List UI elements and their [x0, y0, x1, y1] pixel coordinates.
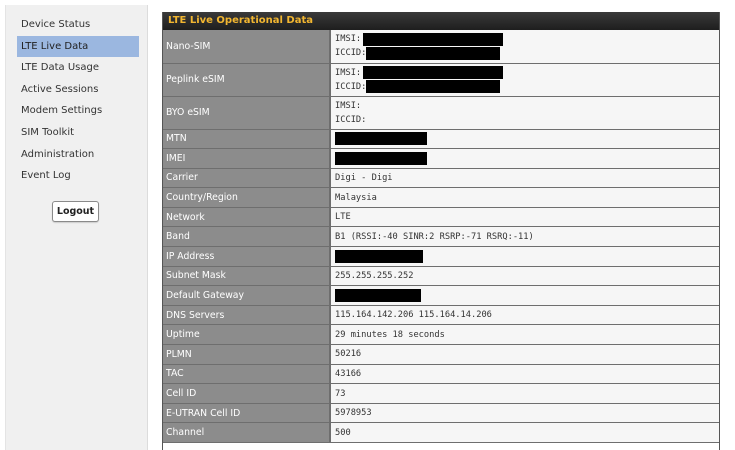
row-value: [330, 148, 719, 169]
table-row: TAC 43166: [163, 364, 719, 385]
lte-data-table: Nano-SIM IMSI: ICCID: Peplink eSIM IMSI:…: [163, 30, 719, 443]
row-value: 73: [330, 383, 719, 404]
tac-value: 43166: [335, 368, 362, 379]
row-value: IMSI: ICCID:: [330, 96, 719, 130]
sidebar-item-device-status[interactable]: Device Status: [17, 14, 139, 36]
table-row: PLMN 50216: [163, 344, 719, 365]
row-label: Country/Region: [163, 187, 331, 208]
table-row: Nano-SIM IMSI: ICCID:: [163, 30, 719, 64]
imsi-label: IMSI:: [335, 67, 362, 78]
table-row: Cell ID 73: [163, 383, 719, 404]
redacted-value: [366, 80, 501, 93]
table-row: E-UTRAN Cell ID 5978953: [163, 403, 719, 424]
row-value: [330, 285, 719, 306]
row-label: MTN: [163, 129, 331, 150]
iccid-label: ICCID:: [335, 48, 367, 59]
row-label: Default Gateway: [163, 285, 331, 306]
table-row: IP Address: [163, 246, 719, 267]
row-label: Subnet Mask: [163, 266, 331, 287]
sidebar-item-modem-settings[interactable]: Modem Settings: [17, 100, 139, 122]
row-value: Malaysia: [330, 187, 719, 208]
imsi-label: IMSI:: [335, 34, 362, 45]
row-label: PLMN: [163, 344, 331, 365]
row-value: 115.164.142.206 115.164.14.206: [330, 305, 719, 326]
channel-value: 500: [335, 427, 351, 438]
uptime-value: 29 minutes 18 seconds: [335, 329, 445, 340]
iccid-label: ICCID:: [335, 114, 367, 125]
row-value: [330, 246, 719, 267]
row-label: Nano-SIM: [163, 30, 331, 64]
logout-button[interactable]: Logout: [52, 200, 99, 222]
row-label: TAC: [163, 364, 331, 385]
sidebar-item-lte-live-data[interactable]: LTE Live Data: [17, 35, 139, 58]
row-label: Channel: [163, 422, 331, 443]
row-label: BYO eSIM: [163, 96, 331, 130]
sidebar-item-event-log[interactable]: Event Log: [17, 165, 139, 187]
row-label: Peplink eSIM: [163, 63, 331, 97]
row-value: IMSI: ICCID:: [330, 30, 719, 64]
cell-id-value: 73: [335, 388, 346, 399]
row-label: Carrier: [163, 168, 331, 189]
network-value: LTE: [335, 212, 351, 223]
table-row: Country/Region Malaysia: [163, 187, 719, 208]
eutran-cell-id-value: 5978953: [335, 408, 372, 419]
sidebar-nav: Device Status LTE Live Data LTE Data Usa…: [6, 5, 147, 187]
band-value: B1 (RSSI:-40 SINR:2 RSRP:-71 RSRQ:-11): [335, 231, 534, 242]
row-value: IMSI: ICCID:: [330, 63, 719, 97]
panel-title: LTE Live Operational Data: [163, 12, 719, 30]
redacted-value: [335, 151, 427, 165]
row-label: DNS Servers: [163, 305, 331, 326]
table-row: DNS Servers 115.164.142.206 115.164.14.2…: [163, 305, 719, 326]
country-value: Malaysia: [335, 192, 377, 203]
redacted-value: [366, 46, 501, 60]
row-value: 500: [330, 422, 719, 443]
redacted-value: [363, 32, 504, 46]
subnet-mask-value: 255.255.255.252: [335, 270, 414, 281]
redacted-value: [363, 66, 504, 79]
sidebar-item-active-sessions[interactable]: Active Sessions: [17, 79, 139, 101]
row-label: IMEI: [163, 148, 331, 169]
iccid-label: ICCID:: [335, 81, 367, 92]
carrier-value: Digi - Digi: [335, 172, 393, 183]
table-row: Carrier Digi - Digi: [163, 168, 719, 189]
table-row: Uptime 29 minutes 18 seconds: [163, 324, 719, 346]
row-label: Band: [163, 226, 331, 248]
row-value: Digi - Digi: [330, 168, 719, 189]
row-label: Network: [163, 207, 331, 228]
table-row: BYO eSIM IMSI: ICCID:: [163, 96, 719, 130]
row-label: Cell ID: [163, 383, 331, 404]
row-value: LTE: [330, 207, 719, 228]
sidebar-item-administration[interactable]: Administration: [17, 144, 139, 166]
table-row: IMEI: [163, 148, 719, 169]
row-label: Uptime: [163, 324, 331, 346]
imsi-label: IMSI:: [335, 100, 362, 111]
plmn-value: 50216: [335, 349, 362, 360]
sidebar: Device Status LTE Live Data LTE Data Usa…: [5, 5, 148, 450]
sidebar-item-sim-toolkit[interactable]: SIM Toolkit: [17, 122, 139, 144]
table-row: Channel 500: [163, 422, 719, 443]
redacted-value: [335, 132, 427, 146]
row-value: 43166: [330, 364, 719, 385]
table-row: Subnet Mask 255.255.255.252: [163, 266, 719, 287]
row-label: IP Address: [163, 246, 331, 267]
table-row: Default Gateway: [163, 285, 719, 306]
row-label: E-UTRAN Cell ID: [163, 403, 331, 424]
row-value: [330, 129, 719, 150]
sidebar-item-lte-data-usage[interactable]: LTE Data Usage: [17, 57, 139, 79]
row-value: 29 minutes 18 seconds: [330, 324, 719, 346]
logout-container: Logout: [6, 187, 147, 222]
table-row: Band B1 (RSSI:-40 SINR:2 RSRP:-71 RSRQ:-…: [163, 226, 719, 248]
redacted-value: [335, 289, 421, 303]
redacted-value: [335, 249, 423, 263]
table-row: MTN: [163, 129, 719, 150]
row-value: 50216: [330, 344, 719, 365]
row-value: B1 (RSSI:-40 SINR:2 RSRP:-71 RSRQ:-11): [330, 226, 719, 248]
table-row: Network LTE: [163, 207, 719, 228]
row-value: 5978953: [330, 403, 719, 424]
lte-live-data-panel: LTE Live Operational Data Nano-SIM IMSI:…: [162, 12, 720, 450]
table-row: Peplink eSIM IMSI: ICCID:: [163, 63, 719, 97]
dns-servers-value: 115.164.142.206 115.164.14.206: [335, 310, 492, 321]
row-value: 255.255.255.252: [330, 266, 719, 287]
